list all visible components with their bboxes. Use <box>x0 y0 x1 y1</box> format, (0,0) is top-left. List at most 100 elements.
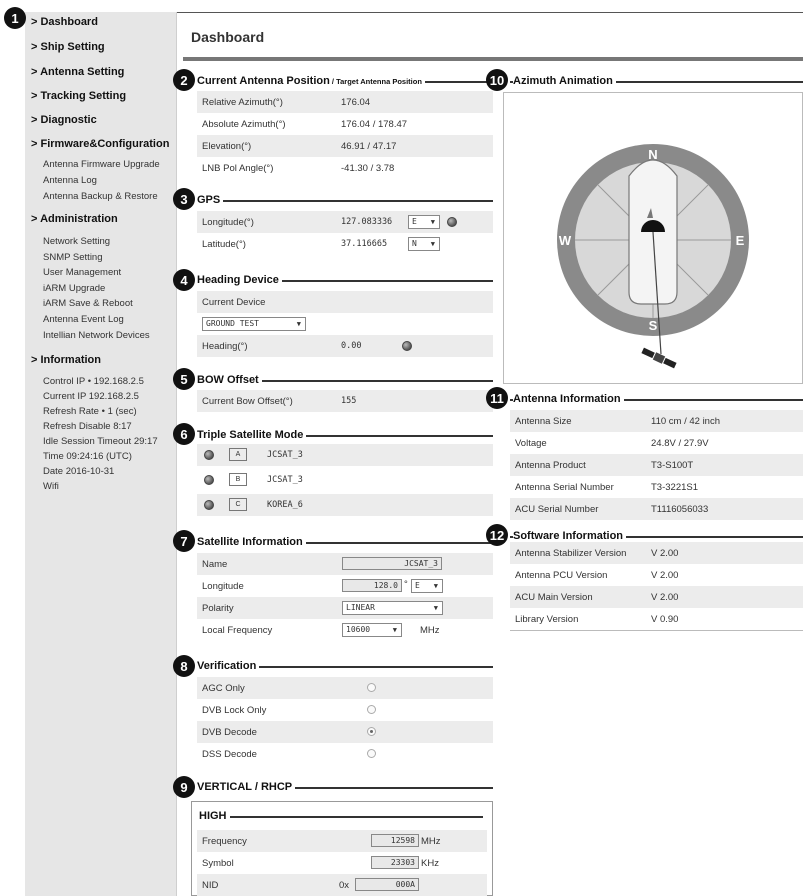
page-title: Dashboard <box>191 29 265 45</box>
verification-option-row: DVB Decode <box>197 721 493 743</box>
gps-longitude-dir-select[interactable]: E ▼ <box>408 215 440 229</box>
nav-user-management[interactable]: User Management <box>43 267 121 278</box>
vertical-rhcp-title: VERTICAL / RHCP <box>197 781 296 793</box>
nav-diagnostic[interactable]: > Diagnostic <box>31 114 97 126</box>
sat-c-led <box>204 500 214 510</box>
nav-antenna-setting[interactable]: > Antenna Setting <box>31 66 124 78</box>
gps-latitude-row: Latitude(°) 37.116665 N ▼ <box>197 233 493 255</box>
software-info-bottom-rule <box>510 630 803 631</box>
callout-11: 11 <box>486 387 508 409</box>
sat-a-led <box>204 450 214 460</box>
nav-information[interactable]: > Information <box>31 354 101 366</box>
compass-w-label: W <box>559 233 572 248</box>
callout-1: 1 <box>4 7 26 29</box>
sat-longitude-dir-select[interactable]: E ▼ <box>411 579 443 593</box>
sat-longitude-field[interactable]: 128.0 <box>342 579 402 592</box>
device-select-row: GROUND TEST ▼ <box>197 313 493 335</box>
callout-5: 5 <box>173 368 195 390</box>
heading-device-select[interactable]: GROUND TEST ▼ <box>202 317 306 331</box>
current-device-row: Current Device <box>197 291 493 313</box>
agc-only-radio[interactable] <box>367 683 376 692</box>
info-wifi: Wifi <box>43 481 59 492</box>
antenna-info-row: Voltage 24.8V / 27.9V <box>515 438 709 449</box>
azimuth-compass: N S E W <box>557 144 749 369</box>
nav-dashboard[interactable]: > Dashboard <box>31 16 98 28</box>
antenna-position-title: Current Antenna Position / Target Antenn… <box>197 75 425 87</box>
main-content: Dashboard Current Antenna Position / Tar… <box>177 12 803 896</box>
sat-slot-c[interactable]: C <box>229 498 247 511</box>
polarity-select[interactable]: LINEAR ▼ <box>342 601 443 615</box>
nav-iarm-save-reboot[interactable]: iARM Save & Reboot <box>43 298 133 309</box>
nav-intellian-network-devices[interactable]: Intellian Network Devices <box>43 330 150 341</box>
antenna-info-title: Antenna Information <box>513 393 624 405</box>
top-divider <box>177 12 803 13</box>
verification-title: Verification <box>197 660 260 672</box>
sat-name-row: Name JCSAT_3 <box>197 553 493 575</box>
callout-7: 7 <box>173 530 195 552</box>
high-subtitle: HIGH <box>199 810 230 822</box>
sat-polarity-row: Polarity LINEAR ▼ <box>197 597 493 619</box>
high-frequency-row: Frequency 12598 MHz <box>197 830 487 852</box>
bow-offset-title: BOW Offset <box>197 374 262 386</box>
nav-network-setting[interactable]: Network Setting <box>43 236 110 247</box>
callout-12: 12 <box>486 524 508 546</box>
high-symbol-field[interactable]: 23303 <box>371 856 419 869</box>
gps-latitude-dir-select[interactable]: N ▼ <box>408 237 440 251</box>
sat-b-led <box>204 475 214 485</box>
triple-satellite-row: B JCSAT_3 <box>197 469 493 491</box>
dss-decode-radio[interactable] <box>367 749 376 758</box>
info-current-ip: Current IP 192.168.2.5 <box>43 391 139 402</box>
heading-row: Heading(°) 0.00 <box>197 335 493 357</box>
triple-satellite-row: A JCSAT_3 <box>197 444 493 466</box>
verification-option-row: AGC Only <box>197 677 493 699</box>
sat-longitude-row: Longitude 128.0 ° E ▼ <box>197 575 493 597</box>
software-info-row: ACU Main Version V 2.00 <box>510 586 803 608</box>
verification-option-row: DSS Decode <box>197 743 493 765</box>
antenna-position-row: Elevation(°) 46.91 / 47.17 <box>197 135 493 157</box>
callout-6: 6 <box>173 423 195 445</box>
antenna-position-row: Absolute Azimuth(°) 176.04 / 178.47 <box>202 119 408 130</box>
sat-slot-b[interactable]: B <box>229 473 247 486</box>
nav-ship-setting[interactable]: > Ship Setting <box>31 41 105 53</box>
antenna-info-row: Antenna Size 110 cm / 42 inch <box>510 410 803 432</box>
antenna-info-row: Antenna Serial Number T3-3221S1 <box>515 482 699 493</box>
sidebar: > Dashboard > Ship Setting > Antenna Set… <box>25 12 177 896</box>
high-symbol-row: Symbol 23303 KHz <box>202 856 439 869</box>
nav-tracking-setting[interactable]: > Tracking Setting <box>31 90 126 102</box>
software-info-title: Software Information <box>513 530 627 542</box>
nav-administration[interactable]: > Administration <box>31 213 118 225</box>
heading-device-title: Heading Device <box>197 274 282 286</box>
nav-iarm-upgrade[interactable]: iARM Upgrade <box>43 283 105 294</box>
gps-status-led <box>447 217 457 227</box>
antenna-position-row: Relative Azimuth(°) 176.04 <box>197 91 493 113</box>
callout-10: 10 <box>486 69 508 91</box>
callout-4: 4 <box>173 269 195 291</box>
callout-9: 9 <box>173 776 195 798</box>
info-date: Date 2016-10-31 <box>43 466 115 477</box>
local-frequency-select[interactable]: 10600 ▼ <box>342 623 402 637</box>
satellite-info-title: Satellite Information <box>197 536 306 548</box>
sat-frequency-row: Local Frequency 10600 ▼ MHz <box>202 623 440 637</box>
nav-snmp-setting[interactable]: SNMP Setting <box>43 252 103 263</box>
sat-name-field[interactable]: JCSAT_3 <box>342 557 442 570</box>
high-nid-field[interactable]: 000A <box>355 878 419 891</box>
gps-rule <box>197 200 493 202</box>
dvb-lock-only-radio[interactable] <box>367 705 376 714</box>
nav-firmware-configuration[interactable]: > Firmware&Configuration <box>31 138 169 150</box>
callout-2: 2 <box>173 69 195 91</box>
bow-offset-row: Current Bow Offset(°) 155 <box>197 390 493 412</box>
antenna-info-row: Antenna Product T3-S100T <box>510 454 803 476</box>
nav-antenna-backup-restore[interactable]: Antenna Backup & Restore <box>43 191 158 202</box>
nav-antenna-event-log[interactable]: Antenna Event Log <box>43 314 124 325</box>
high-nid-row: NID 0x 000A <box>197 874 487 896</box>
callout-8: 8 <box>173 655 195 677</box>
antenna-info-row: ACU Serial Number T1116056033 <box>510 498 803 520</box>
sat-slot-a[interactable]: A <box>229 448 247 461</box>
dvb-decode-radio[interactable] <box>367 727 376 736</box>
nav-antenna-log[interactable]: Antenna Log <box>43 175 97 186</box>
high-frequency-field[interactable]: 12598 <box>371 834 419 847</box>
software-info-row: Antenna Stabilizer Version V 2.00 <box>510 542 803 564</box>
gps-title: GPS <box>197 194 224 206</box>
compass-n-label: N <box>648 147 657 162</box>
nav-antenna-firmware-upgrade[interactable]: Antenna Firmware Upgrade <box>43 159 160 170</box>
